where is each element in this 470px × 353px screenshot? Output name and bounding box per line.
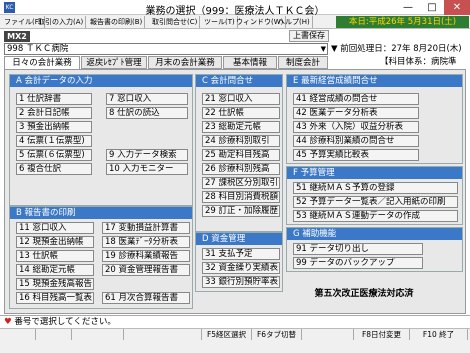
menu-item-14[interactable]: 14 総勘定元帳 [16, 264, 94, 276]
menu-item-91[interactable]: 91 データ切り出し [293, 243, 423, 255]
group-header: E 最新経営成績問合せ [287, 75, 462, 87]
close-button[interactable]: ✕ [444, 0, 470, 15]
menu-item-8[interactable]: 8 仕訳の読込 [106, 107, 188, 119]
menu-item-21[interactable]: 21 窓口収入 [202, 93, 280, 105]
last-processed-date: ▼ 前回処理日：27年 8月20日(木) [331, 44, 462, 54]
menu-item-32[interactable]: 32 資金繰り実績表 [202, 262, 280, 274]
group-header: D 資金管理 [196, 233, 282, 245]
menu-item-20[interactable]: 20 資金管理報告書 [102, 264, 190, 276]
minimize-button[interactable]: — [396, 0, 420, 15]
client-value: 998 ＴＫＣ病院 [7, 44, 69, 54]
main-panel: A 会計データの入力 1 仕訳辞書 2 会計日記帳 3 預金出納帳 4 伝票(１… [4, 69, 466, 314]
tab-month-end[interactable]: 月末の会計業務 [148, 56, 222, 69]
menu-item-10[interactable]: 10 入力モニター [106, 163, 188, 175]
menu-item-19[interactable]: 19 診療科業績報告 [102, 250, 190, 262]
menu-item-23[interactable]: 23 総勘定元帳 [202, 121, 280, 133]
group-utilities: G 補助機能 91 データ切り出し 99 データのバックアップ [286, 227, 463, 272]
tab-daily[interactable]: 日々の会計業務 [4, 56, 80, 69]
menu-item-44[interactable]: 44 診療科別業績の問合せ [293, 135, 419, 147]
group-performance-inquiry: E 最新経営成績問合せ 41 経営成績の問合せ 42 医業データ分析表 43 外… [286, 74, 463, 164]
chevron-down-icon[interactable]: ▼ [321, 44, 326, 54]
menu-item-45[interactable]: 45 予算実績比較表 [293, 149, 419, 161]
bottom-strip [0, 340, 470, 353]
tab-returns[interactable]: 返戻ﾚｾﾌﾟﾄ管理 [81, 56, 147, 69]
compliance-notice: 第五次改正医療法対応済 [314, 289, 414, 299]
group-header: C 会計問合せ [196, 75, 282, 87]
menu-item-13[interactable]: 13 仕訳帳 [16, 250, 94, 262]
menu-item-61[interactable]: 61 月次合算報告書 [102, 292, 190, 304]
group-header: F 予算管理 [287, 167, 462, 179]
menu-item-26[interactable]: 26 診療科別残高 [202, 163, 280, 175]
menu-item-31[interactable]: 31 支払予定 [202, 248, 280, 260]
menu-item-9[interactable]: 9 入力データ検索 [106, 149, 188, 161]
product-badge: MX2 [4, 31, 30, 42]
client-select[interactable]: 998 ＴＫＣ病院 ▼ [4, 43, 328, 55]
function-key-bar: F5経区選択 F6タブ切替 F8日付変更 F10 終了 [0, 328, 470, 341]
menu-item-33[interactable]: 33 銀行別預貯率表 [202, 276, 280, 288]
save-button[interactable]: 上書保存 [289, 30, 329, 42]
group-header: A 会計データの入力 [10, 75, 192, 87]
tab-bar: 日々の会計業務 返戻ﾚｾﾌﾟﾄ管理 月末の会計業務 基本情報 制度会計 【科目体… [4, 56, 466, 80]
group-budget: F 予算管理 51 継続ＭＡＳ予算の登録 52 予算データ一覧表／記入用紙の印刷… [286, 166, 463, 225]
title-bar: KC 業務の選択（999：医療法人ＴＫＣ会） — □ ✕ [0, 0, 470, 17]
menu-bar: ファイル(F) 取引の入力(A) 報告書の印刷(B) 取引問合せ(C) ツール(… [0, 15, 470, 29]
menu-item-41[interactable]: 41 経営成績の問合せ [293, 93, 419, 105]
status-bar: ♥ 番号で選択してください。 [0, 315, 470, 328]
tab-statutory[interactable]: 制度会計 [278, 56, 328, 69]
group-header: B 報告書の印刷 [10, 207, 192, 219]
group-inquiry: C 会計問合せ 21 窓口収入 22 仕訳帳 23 総勘定元帳 24 診療科別取… [195, 74, 283, 232]
menu-entry[interactable]: 取引の入力(A) [36, 16, 87, 28]
menu-item-16[interactable]: 16 科目残高一覧表 [16, 292, 94, 304]
menu-item-17[interactable]: 17 変動損益計算書 [102, 222, 190, 234]
menu-item-12[interactable]: 12 現預金出納帳 [16, 236, 94, 248]
menu-item-29[interactable]: 29 訂正・加除履歴 [202, 205, 280, 217]
menu-tools[interactable]: ツール(T) [202, 16, 238, 28]
maximize-button[interactable]: □ [420, 0, 444, 15]
menu-item-27[interactable]: 27 課税区分別取引 [202, 177, 280, 189]
group-data-entry: A 会計データの入力 1 仕訳辞書 2 会計日記帳 3 預金出納帳 4 伝票(１… [9, 74, 193, 206]
menu-item-2[interactable]: 2 会計日記帳 [16, 107, 92, 119]
menu-item-25[interactable]: 25 勘定科目残高 [202, 149, 280, 161]
group-header: G 補助機能 [287, 228, 462, 240]
group-cash-management: D 資金管理 31 支払予定 32 資金繰り実績表 33 銀行別預貯率表 [195, 232, 283, 292]
menu-item-42[interactable]: 42 医業データ分析表 [293, 107, 419, 119]
tab-basic-info[interactable]: 基本情報 [223, 56, 277, 69]
menu-inquiry[interactable]: 取引問合せ(C) [150, 16, 201, 28]
menu-item-4[interactable]: 4 伝票(１伝票型) [16, 135, 92, 147]
menu-item-99[interactable]: 99 データのバックアップ [293, 257, 423, 269]
today-date: 本日:平成26年 5月31日(土) [336, 16, 469, 28]
menu-item-22[interactable]: 22 仕訳帳 [202, 107, 280, 119]
menu-item-7[interactable]: 7 窓口収入 [106, 93, 188, 105]
menu-item-51[interactable]: 51 継続ＭＡＳ予算の登録 [293, 182, 458, 194]
account-system-label: 【科目体系：病院準則】 [380, 57, 457, 80]
menu-item-11[interactable]: 11 窓口収入 [16, 222, 94, 234]
group-reports: B 報告書の印刷 11 窓口収入 12 現預金出納帳 13 仕訳帳 14 総勘定… [9, 206, 193, 309]
menu-item-18[interactable]: 18 医業ﾃﾞｰﾀ分析表 [102, 236, 190, 248]
menu-item-1[interactable]: 1 仕訳辞書 [16, 93, 92, 105]
menu-item-3[interactable]: 3 預金出納帳 [16, 121, 92, 133]
menu-item-52[interactable]: 52 予算データ一覧表／記入用紙の印刷 [293, 196, 458, 208]
menu-help[interactable]: ヘルプ(H) [276, 16, 313, 28]
menu-item-53[interactable]: 53 継続ＭＡＳ連動データの作成 [293, 210, 458, 222]
menu-item-24[interactable]: 24 診療科別取引 [202, 135, 280, 147]
menu-item-15[interactable]: 15 現預金残高報告 [16, 278, 94, 290]
status-message: 番号で選択してください。 [14, 317, 116, 327]
menu-item-28[interactable]: 28 科目別消費税額 [202, 191, 280, 203]
menu-item-6[interactable]: 6 複合仕訳 [16, 163, 92, 175]
menu-item-5[interactable]: 5 伝票(６伝票型) [16, 149, 92, 161]
heart-icon: ♥ [4, 317, 12, 327]
menu-reports[interactable]: 報告書の印刷(B) [88, 16, 146, 28]
menu-item-43[interactable]: 43 外来（入院）収益分析表 [293, 121, 419, 133]
